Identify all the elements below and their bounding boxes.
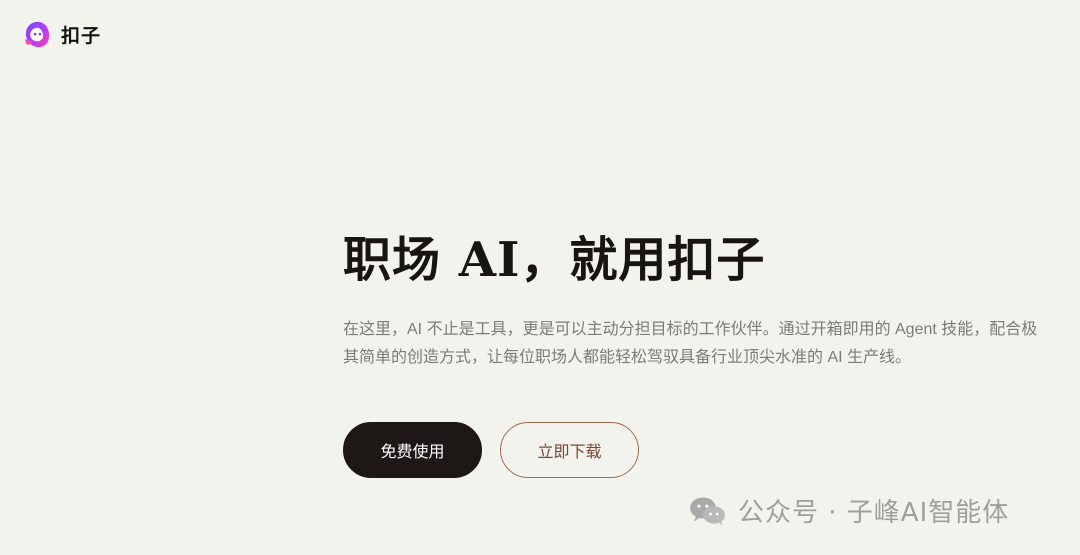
hero-actions: 免费使用 立即下载 xyxy=(343,422,639,478)
free-use-button[interactable]: 免费使用 xyxy=(343,422,482,478)
hero-description: 在这里，AI 不止是工具，更是可以主动分担目标的工作伙伴。通过开箱即用的 Age… xyxy=(343,321,1038,366)
wechat-icon xyxy=(690,497,725,525)
hero-section: 职场 AI，就用扣子 在这里，AI 不止是工具，更是可以主动分担目标的工作伙伴。… xyxy=(343,228,1043,372)
wechat-watermark: 公众号 · 子峰AI智能体 xyxy=(688,492,1009,529)
logo-text: 扣子 xyxy=(61,25,102,47)
download-now-button[interactable]: 立即下载 xyxy=(500,422,639,478)
watermark-text: 公众号 · 子峰AI智能体 xyxy=(738,498,1010,528)
logo[interactable]: 扣子 xyxy=(22,19,101,50)
coze-logo-icon xyxy=(25,21,50,48)
hero-title: 职场 AI，就用扣子 xyxy=(343,232,766,288)
